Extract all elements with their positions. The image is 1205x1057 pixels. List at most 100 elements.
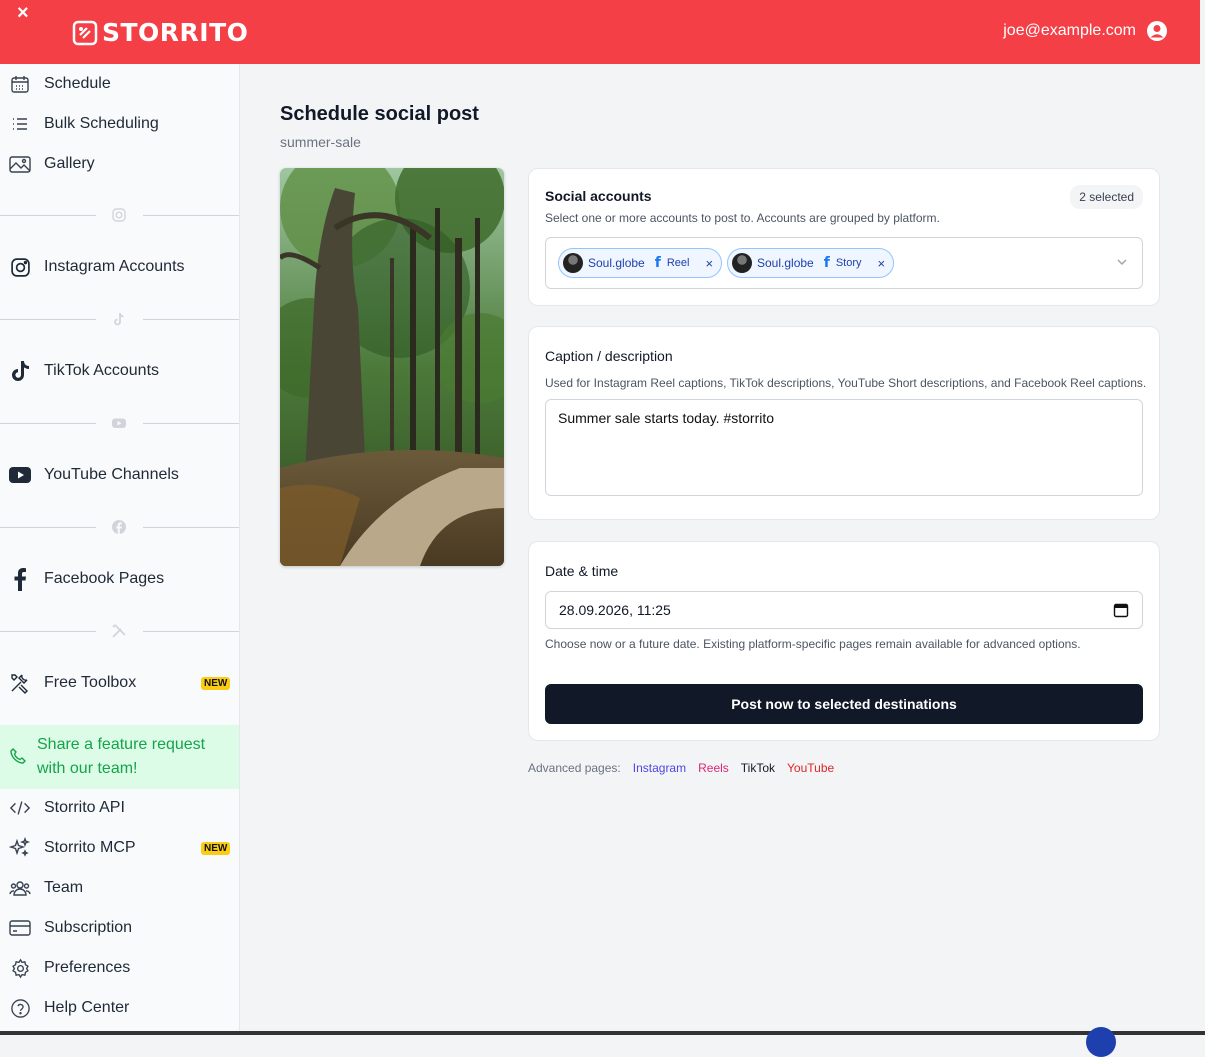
sidebar-divider-facebook (0, 517, 239, 537)
facebook-icon (9, 568, 31, 591)
sidebar-item-tiktok-accounts[interactable]: TikTok Accounts (0, 351, 239, 391)
tiktok-icon (114, 312, 124, 326)
help-icon (9, 997, 31, 1019)
sidebar-item-label: YouTube Channels (44, 466, 179, 483)
sidebar-item-label: Instagram Accounts (44, 258, 185, 275)
chevron-down-icon[interactable] (1116, 256, 1128, 268)
sidebar-item-free-toolbox[interactable]: Free Toolbox NEW (0, 663, 239, 703)
tools-icon (9, 672, 31, 694)
account-chip: Soul.globe f Story × (727, 248, 895, 278)
calendar-icon (9, 73, 31, 95)
sidebar-divider-tiktok (0, 309, 239, 329)
accounts-multiselect[interactable]: Soul.globe f Reel × Soul.globe f Story × (545, 237, 1143, 289)
feature-request-text: Share a feature request with our team! (37, 736, 206, 777)
datetime-card: Date & time 28.09.2026, 11:25 Choose now… (528, 541, 1160, 741)
sidebar-item-storrito-api[interactable]: Storrito API (0, 788, 239, 828)
avatar (732, 253, 752, 273)
sidebar-item-label: TikTok Accounts (44, 362, 160, 379)
sidebar-item-label: Schedule (44, 75, 111, 92)
advanced-pages-label: Advanced pages: (528, 761, 621, 775)
sidebar-item-label: Facebook Pages (44, 570, 165, 587)
calendar-icon[interactable] (1113, 602, 1129, 618)
sidebar-item-label: Team (44, 879, 84, 896)
post-type: Reel (666, 257, 690, 269)
sidebar-item-help-center[interactable]: Help Center (0, 988, 239, 1028)
social-accounts-title: Social accounts (545, 188, 652, 204)
top-bar: × STORRITO joe@example.com (0, 0, 1200, 64)
sidebar-item-team[interactable]: Team (0, 868, 239, 908)
gear-icon (9, 957, 31, 979)
advanced-pages: Advanced pages: Instagram Reels TikTok Y… (528, 761, 834, 775)
close-icon[interactable]: × (17, 2, 29, 25)
logo[interactable]: STORRITO (72, 18, 248, 47)
caption-textarea[interactable]: Summer sale starts today. #storrito (545, 399, 1143, 496)
sidebar-item-schedule[interactable]: Schedule (0, 64, 239, 104)
remove-chip-icon[interactable]: × (705, 256, 713, 271)
remove-chip-icon[interactable]: × (878, 256, 886, 271)
phone-icon (9, 747, 27, 773)
user-menu[interactable]: joe@example.com (1003, 20, 1168, 42)
code-icon (9, 797, 31, 819)
advanced-link-tiktok[interactable]: TikTok (741, 761, 775, 775)
sparkles-icon (9, 837, 31, 859)
account-name: Soul.globe (588, 256, 645, 270)
team-icon (9, 877, 31, 899)
sidebar-item-label: Bulk Scheduling (44, 115, 159, 132)
youtube-icon (9, 464, 31, 486)
youtube-icon (112, 418, 126, 428)
logo-text: STORRITO (102, 18, 249, 47)
sidebar-item-preferences[interactable]: Preferences (0, 948, 239, 988)
post-now-button[interactable]: Post now to selected destinations (545, 684, 1143, 724)
list-icon (9, 113, 31, 135)
instagram-icon (9, 256, 31, 278)
sidebar-item-label: Storrito MCP (44, 839, 136, 856)
tiktok-icon (9, 360, 31, 382)
page-title: Schedule social post (280, 103, 479, 125)
advanced-link-instagram[interactable]: Instagram (633, 761, 686, 775)
sidebar-divider-toolbox (0, 621, 239, 641)
sidebar-divider-youtube (0, 413, 239, 433)
facebook-icon (112, 520, 126, 534)
image-icon (9, 153, 31, 175)
chat-launcher-icon[interactable] (1086, 1027, 1116, 1057)
sidebar-divider-instagram (0, 205, 239, 225)
social-accounts-hint: Select one or more accounts to post to. … (545, 211, 940, 225)
credit-card-icon (9, 917, 31, 939)
sidebar-item-label: Storrito API (44, 799, 125, 816)
sidebar-item-label: Preferences (44, 959, 131, 976)
sidebar-item-label: Help Center (44, 999, 130, 1016)
social-accounts-card: Social accounts Select one or more accou… (528, 168, 1160, 306)
page-subtitle: summer-sale (280, 134, 361, 150)
facebook-icon: f (823, 255, 830, 271)
media-preview (280, 168, 504, 566)
sidebar-item-instagram-accounts[interactable]: Instagram Accounts (0, 247, 239, 287)
datetime-input[interactable]: 28.09.2026, 11:25 (545, 591, 1143, 629)
avatar (563, 253, 583, 273)
sidebar-item-facebook-pages[interactable]: Facebook Pages (0, 559, 239, 599)
caption-card: Caption / description Used for Instagram… (528, 326, 1160, 520)
new-badge: NEW (201, 676, 231, 690)
sidebar: Schedule Bulk Scheduling Gallery Instagr… (0, 64, 240, 1035)
post-type: Story (835, 257, 862, 269)
account-chip: Soul.globe f Reel × (558, 248, 723, 278)
advanced-link-youtube[interactable]: YouTube (787, 761, 834, 775)
caption-hint: Used for Instagram Reel captions, TikTok… (545, 376, 1147, 390)
datetime-value: 28.09.2026, 11:25 (559, 602, 671, 618)
feature-request-banner[interactable]: Share a feature request with our team! (0, 725, 239, 789)
bottom-edge (0, 1031, 1205, 1035)
sidebar-item-bulk-scheduling[interactable]: Bulk Scheduling (0, 104, 239, 144)
sidebar-item-youtube-channels[interactable]: YouTube Channels (0, 455, 239, 495)
forest-path-image (280, 168, 504, 566)
sidebar-item-subscription[interactable]: Subscription (0, 908, 239, 948)
sidebar-item-label: Free Toolbox (44, 674, 137, 691)
sidebar-item-gallery[interactable]: Gallery (0, 144, 239, 184)
sidebar-item-storrito-mcp[interactable]: Storrito MCP NEW (0, 828, 239, 868)
datetime-title: Date & time (545, 563, 619, 579)
selected-count-badge: 2 selected (1070, 185, 1143, 209)
advanced-link-reels[interactable]: Reels (698, 761, 729, 775)
sidebar-item-label: Gallery (44, 155, 95, 172)
facebook-icon: f (654, 255, 661, 271)
sidebar-item-label: Subscription (44, 919, 133, 936)
user-avatar-icon (1147, 21, 1167, 41)
logo-icon (72, 20, 98, 45)
